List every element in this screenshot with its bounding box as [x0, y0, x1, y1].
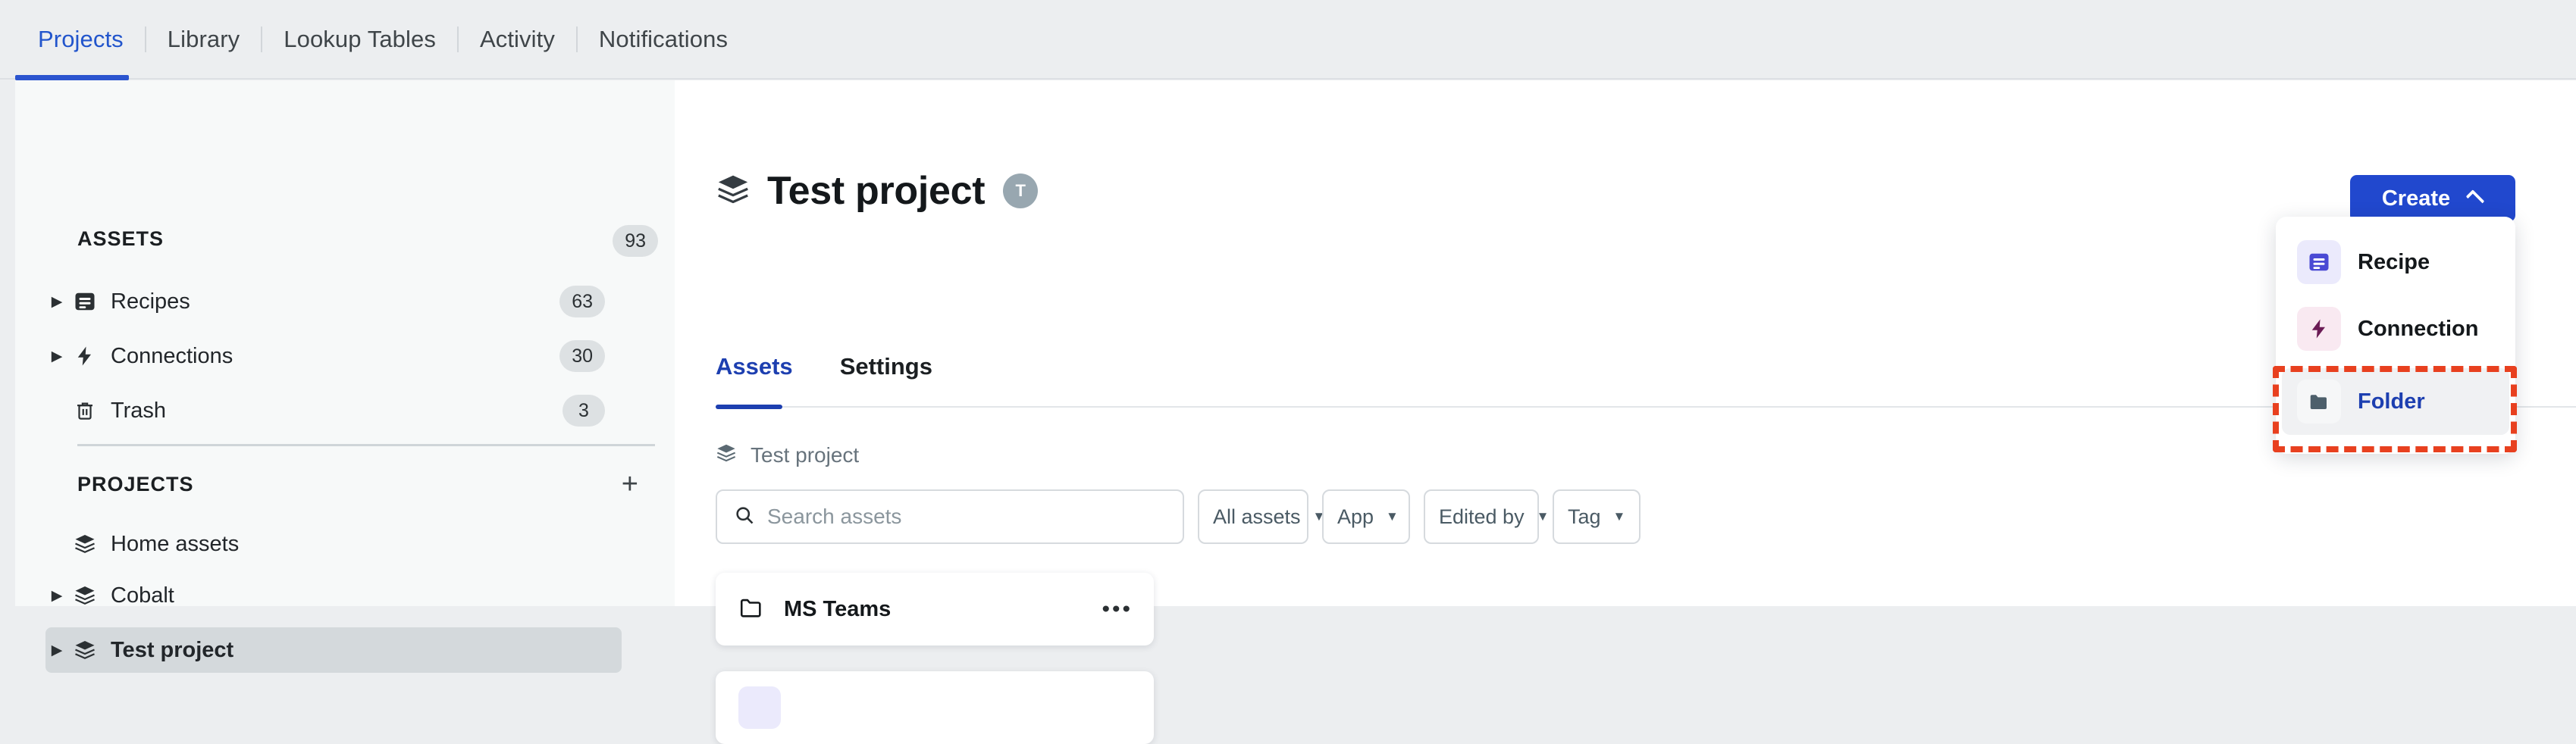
- sidebar-item-label: Home assets: [111, 531, 240, 556]
- filter-toolbar: All assets ▼ App ▼ Edited by ▼ Tag ▼: [716, 489, 1641, 544]
- breadcrumb[interactable]: Test project: [716, 442, 859, 467]
- list-item[interactable]: MS Teams •••: [716, 573, 1154, 646]
- project-stack-icon: [68, 533, 102, 555]
- sidebar-assets-count-badge: 93: [613, 225, 658, 257]
- chevron-right-icon[interactable]: ▶: [45, 348, 68, 365]
- sidebar-item-label: Connections: [111, 343, 233, 368]
- project-stack-icon: [716, 442, 737, 467]
- recipe-icon: [2297, 240, 2341, 284]
- sidebar-item-label: Trash: [111, 398, 167, 423]
- recipe-icon: [68, 290, 102, 313]
- create-dropdown-menu: Recipe Connection Folder: [2276, 217, 2515, 454]
- create-button[interactable]: Create: [2350, 175, 2515, 222]
- top-nav-tab-lookup-tables[interactable]: Lookup Tables: [262, 0, 457, 79]
- more-options-icon[interactable]: •••: [1102, 598, 1133, 621]
- chevron-down-icon: ▼: [1612, 509, 1626, 524]
- top-nav-tab-library[interactable]: Library: [146, 0, 261, 79]
- tab-assets[interactable]: Assets: [716, 353, 793, 399]
- sidebar-section-projects-title: PROJECTS: [77, 472, 194, 495]
- chevron-right-icon[interactable]: ▶: [45, 293, 68, 311]
- sidebar-item-count-badge: 63: [559, 286, 605, 317]
- chevron-right-icon[interactable]: ▶: [45, 642, 68, 659]
- sidebar-divider: [77, 444, 655, 446]
- sidebar-item-count-badge: 30: [559, 340, 605, 372]
- filter-edited-by[interactable]: Edited by ▼: [1424, 489, 1549, 544]
- sidebar-item-label: Test project: [111, 637, 234, 662]
- top-nav-tab-projects[interactable]: Projects: [17, 0, 145, 79]
- search-box[interactable]: [716, 489, 1184, 544]
- top-nav-tab-activity[interactable]: Activity: [459, 0, 576, 79]
- menu-item-connection[interactable]: Connection: [2282, 295, 2509, 362]
- connection-icon: [68, 345, 102, 367]
- sidebar-item-cobalt[interactable]: ▶ Cobalt: [45, 573, 622, 618]
- sidebar: ASSETS 93 ▶ Recipes 63 ▶ Connections 30 …: [15, 80, 675, 673]
- active-content-tab-indicator: [716, 405, 782, 409]
- page-title: Test project: [767, 169, 986, 213]
- avatar[interactable]: T: [1003, 173, 1039, 208]
- sidebar-item-test-project[interactable]: ▶ Test project: [45, 627, 622, 673]
- chevron-right-icon[interactable]: ▶: [45, 587, 68, 605]
- project-stack-icon: [68, 584, 102, 607]
- sidebar-item-label: Recipes: [111, 289, 190, 314]
- filter-app[interactable]: App ▼: [1322, 489, 1410, 544]
- chevron-up-icon: [2465, 189, 2485, 208]
- filter-all-assets[interactable]: All assets ▼: [1198, 489, 1325, 544]
- filter-tag[interactable]: Tag ▼: [1553, 489, 1641, 544]
- sidebar-item-recipes[interactable]: ▶ Recipes 63: [45, 279, 622, 324]
- page-title-row: Test project T: [716, 168, 1039, 214]
- sidebar-item-trash[interactable]: Trash 3: [45, 388, 622, 433]
- tab-settings[interactable]: Settings: [840, 353, 932, 399]
- top-nav-divider: [0, 78, 2576, 80]
- add-project-button[interactable]: +: [622, 470, 638, 499]
- chevron-down-icon: ▼: [1386, 509, 1399, 524]
- filter-label: Edited by: [1439, 505, 1525, 528]
- recipe-icon: [738, 686, 781, 729]
- project-stack-icon: [68, 639, 102, 661]
- breadcrumb-label: Test project: [751, 442, 860, 467]
- sidebar-item-connections[interactable]: ▶ Connections 30: [45, 333, 622, 379]
- filter-label: App: [1337, 505, 1374, 528]
- filter-label: Tag: [1568, 505, 1601, 528]
- sidebar-section-projects-header: PROJECTS +: [15, 465, 675, 503]
- folder-solid-icon: [2297, 380, 2341, 424]
- top-nav-tab-notifications[interactable]: Notifications: [578, 0, 749, 79]
- create-button-label: Create: [2381, 186, 2451, 211]
- folder-outline-icon: [738, 595, 764, 624]
- filter-label: All assets: [1213, 505, 1301, 528]
- menu-item-label: Connection: [2358, 316, 2479, 341]
- active-tab-indicator: [15, 75, 129, 80]
- connection-icon: [2297, 307, 2341, 351]
- search-icon: [734, 505, 755, 530]
- menu-item-label: Recipe: [2358, 249, 2430, 274]
- list-item[interactable]: [716, 671, 1154, 744]
- menu-item-label: Folder: [2358, 389, 2425, 414]
- menu-item-recipe[interactable]: Recipe: [2282, 229, 2509, 295]
- sidebar-section-assets-header: ASSETS: [15, 220, 675, 258]
- list-item-label: MS Teams: [784, 596, 892, 621]
- chevron-down-icon: ▼: [1536, 509, 1550, 524]
- sidebar-item-label: Cobalt: [111, 583, 174, 608]
- top-nav-tab-list: Projects Library Lookup Tables Activity …: [0, 0, 749, 79]
- top-navigation-bar: Projects Library Lookup Tables Activity …: [0, 0, 2576, 79]
- sidebar-section-assets-title: ASSETS: [77, 227, 165, 250]
- trash-icon: [68, 399, 102, 422]
- sidebar-item-count-badge: 3: [563, 395, 605, 427]
- project-stack-icon: [716, 172, 751, 211]
- search-input[interactable]: [767, 505, 1161, 529]
- menu-item-folder[interactable]: Folder: [2282, 368, 2509, 435]
- sidebar-item-home-assets[interactable]: Home assets: [45, 521, 622, 567]
- content-tab-list: Assets Settings: [716, 353, 979, 399]
